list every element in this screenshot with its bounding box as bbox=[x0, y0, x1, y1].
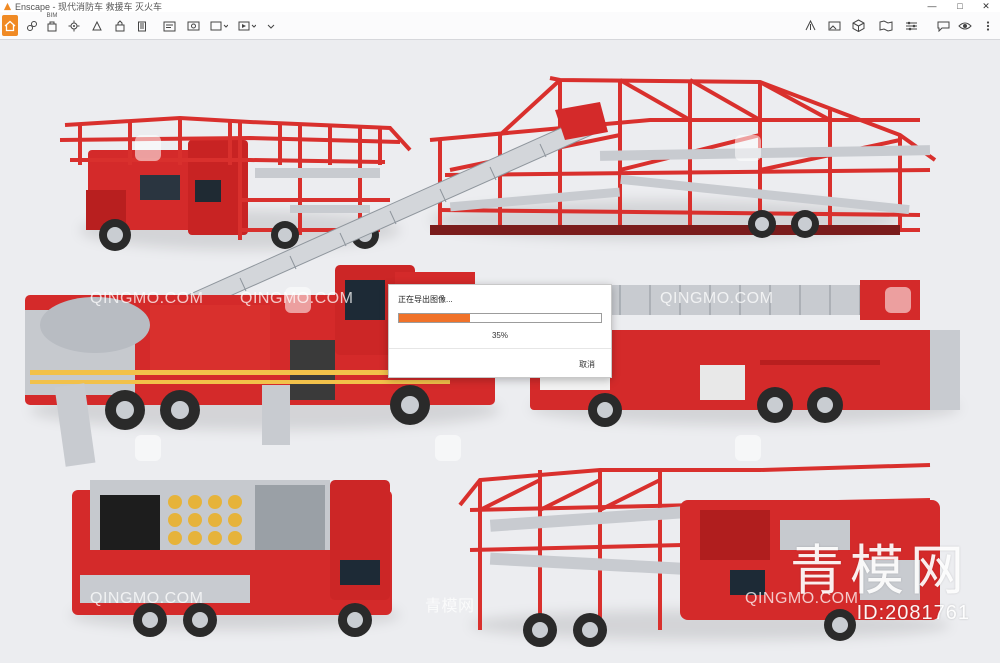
clipboard-button[interactable] bbox=[160, 15, 178, 36]
more-button[interactable] bbox=[980, 15, 996, 36]
cube-icon bbox=[852, 19, 864, 32]
progress-percent: 35% bbox=[491, 331, 508, 340]
watermark-id: ID:2081761 bbox=[856, 602, 970, 624]
rescue-truck-bottom-left bbox=[72, 480, 392, 637]
title-bar: Enscape - 现代消防车 救援车 灭火车 — □ ✕ bbox=[0, 0, 1000, 12]
map-icon bbox=[879, 19, 892, 32]
map-button[interactable] bbox=[876, 15, 896, 36]
home-button[interactable] bbox=[2, 15, 18, 36]
watermark-text: QINGMO.COM bbox=[90, 290, 204, 307]
video-export-button[interactable] bbox=[236, 15, 258, 36]
settings-sliders-button[interactable] bbox=[902, 15, 920, 36]
minimize-button[interactable]: — bbox=[918, 0, 946, 12]
cancel-button[interactable]: 取消 bbox=[579, 359, 595, 370]
watermark-logo-icon bbox=[135, 435, 161, 461]
bim-label: BIM bbox=[46, 13, 58, 19]
export-progress-dialog: 正在导出图像... 35% 取消 bbox=[388, 284, 612, 378]
feedback-button[interactable] bbox=[934, 15, 952, 36]
asset-library-icon bbox=[115, 19, 125, 31]
building-button[interactable] bbox=[134, 15, 150, 36]
screenshot-button[interactable] bbox=[184, 15, 202, 36]
window-title: Enscape - 现代消防车 救援车 灭火车 bbox=[15, 1, 163, 12]
image-icon bbox=[828, 21, 840, 30]
close-button[interactable]: ✕ bbox=[972, 0, 1000, 12]
home-icon bbox=[4, 20, 16, 31]
link-button[interactable] bbox=[24, 15, 40, 36]
watermark-logo-icon bbox=[735, 135, 761, 161]
link-icon bbox=[27, 20, 37, 31]
batch-render-button[interactable] bbox=[208, 15, 230, 36]
sun-icon bbox=[92, 20, 102, 30]
watermark-logo-icon bbox=[435, 435, 461, 461]
screenshot-icon bbox=[187, 21, 199, 30]
image-button[interactable] bbox=[825, 15, 843, 36]
settings-sliders-icon bbox=[905, 21, 917, 30]
progress-bar bbox=[398, 313, 602, 323]
watermark-cn-text: 青模网 bbox=[425, 598, 475, 615]
enscape-logo-icon bbox=[3, 2, 12, 10]
eye-icon bbox=[958, 22, 972, 29]
watermark-logo-icon bbox=[735, 435, 761, 461]
batch-render-icon bbox=[210, 21, 228, 30]
sun-button[interactable] bbox=[89, 15, 105, 36]
asset-library-button[interactable] bbox=[112, 15, 128, 36]
watermark-big-text: 青模网 bbox=[790, 541, 970, 601]
bim-icon bbox=[47, 21, 57, 31]
watermark-logo-icon bbox=[135, 135, 161, 161]
building-icon bbox=[138, 21, 146, 31]
watermark-logo-icon bbox=[885, 287, 911, 313]
watermark-text: QINGMO.COM bbox=[660, 290, 774, 307]
toolbar: BIM bbox=[0, 12, 1000, 40]
bim-button[interactable]: BIM bbox=[44, 13, 60, 36]
dialog-title: 正在导出图像... bbox=[398, 295, 453, 304]
eye-button[interactable] bbox=[956, 15, 974, 36]
settings-gear-icon bbox=[68, 20, 80, 31]
export-button[interactable] bbox=[264, 15, 278, 36]
settings-button[interactable] bbox=[66, 15, 82, 36]
export-icon bbox=[267, 24, 275, 29]
more-icon bbox=[986, 20, 990, 31]
clipboard-icon bbox=[163, 21, 175, 31]
dialog-divider bbox=[389, 348, 611, 349]
upload-icon bbox=[805, 19, 815, 31]
watermark-logo-icon bbox=[285, 287, 311, 313]
feedback-icon bbox=[937, 21, 949, 32]
video-export-icon bbox=[238, 21, 256, 30]
watermark-text: QINGMO.COM bbox=[90, 590, 204, 607]
maximize-button[interactable]: □ bbox=[946, 0, 974, 12]
progress-bar-fill bbox=[399, 314, 470, 322]
cube-button[interactable] bbox=[849, 15, 867, 36]
upload-button[interactable] bbox=[801, 15, 819, 36]
